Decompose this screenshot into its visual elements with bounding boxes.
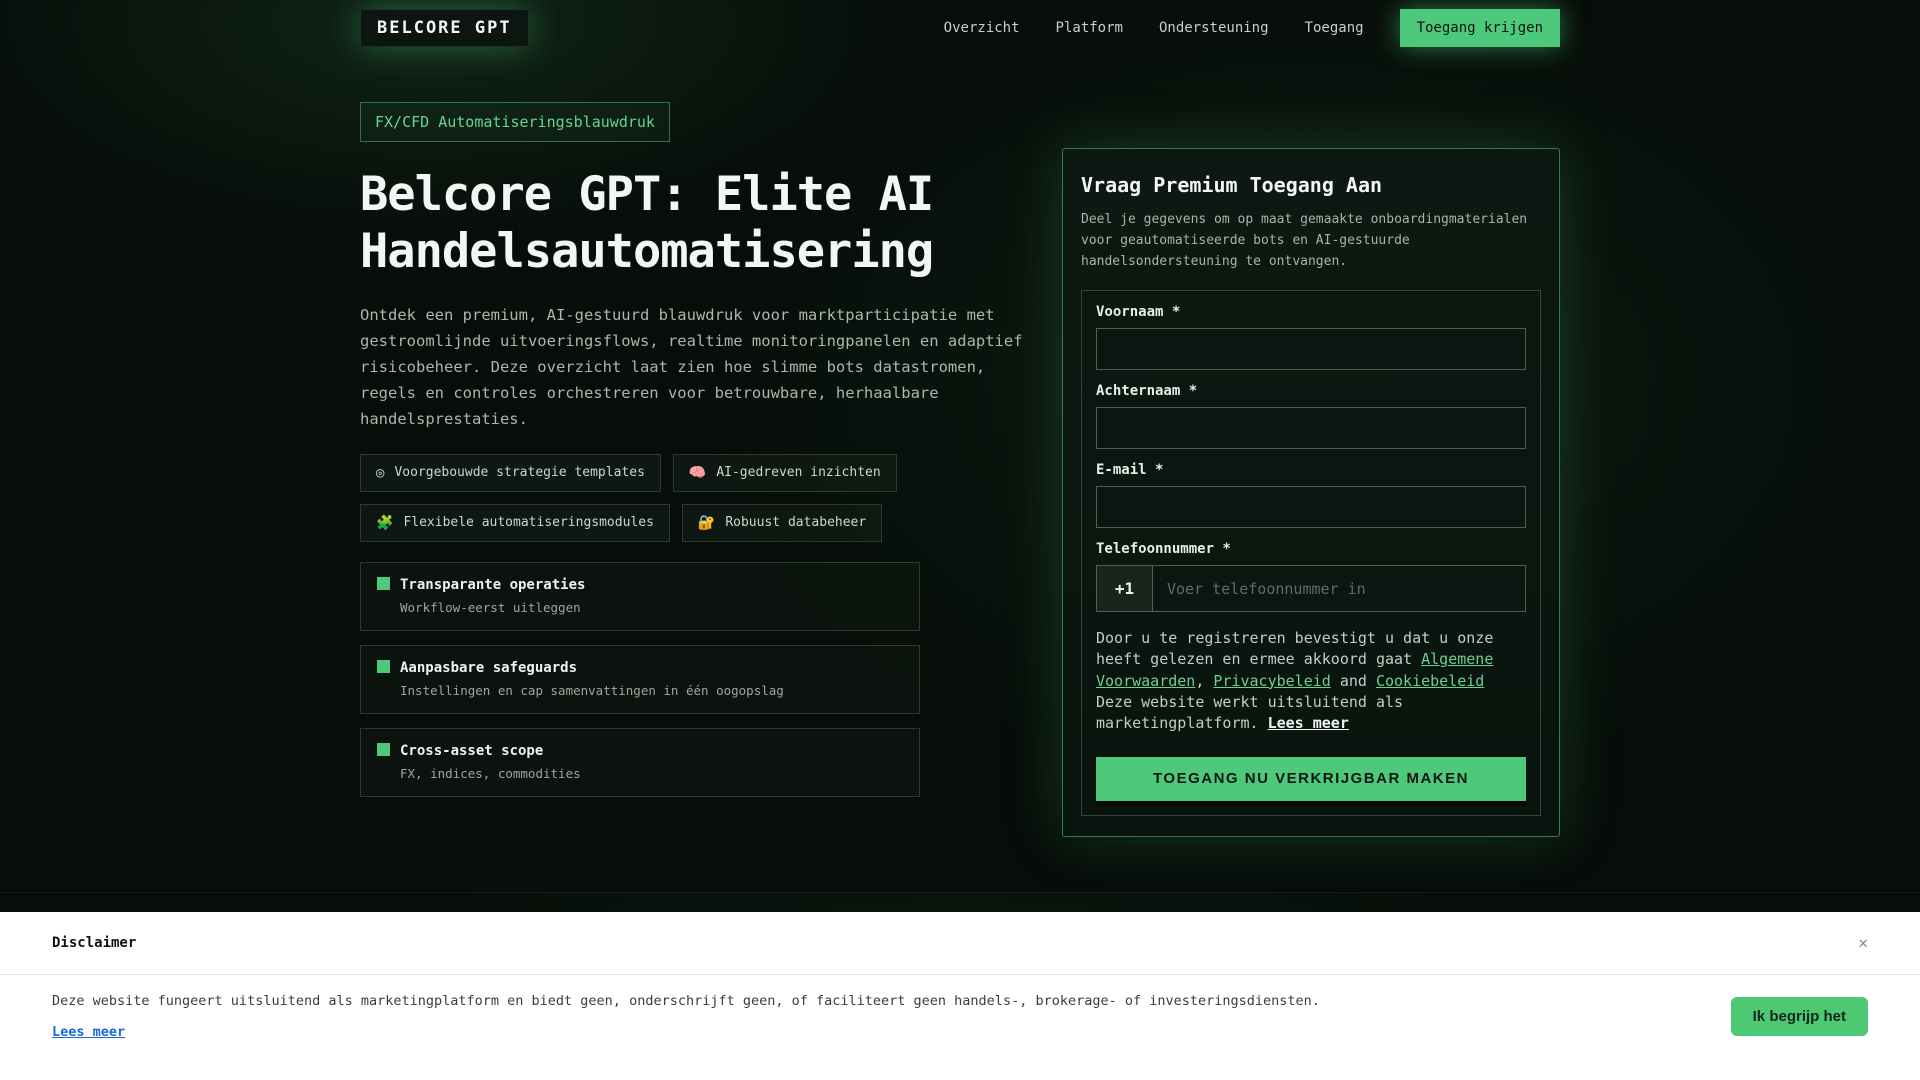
green-square-icon	[377, 660, 390, 674]
submit-access-button[interactable]: TOEGANG NU VERKRIJGBAR MAKEN	[1096, 756, 1526, 801]
form-fieldset: Voornaam * Achternaam * E-mail * Telefoo…	[1081, 290, 1541, 816]
main-nav: Overzicht Platform Ondersteuning Toegang…	[944, 9, 1560, 47]
hero-section: FX/CFD Automatiseringsblauwdruk Belcore …	[360, 56, 1560, 837]
feature-title: Cross-asset scope	[400, 742, 544, 759]
brain-icon: 🧠	[688, 464, 707, 481]
hero-badge: FX/CFD Automatiseringsblauwdruk	[360, 102, 670, 142]
nav-link-overzicht[interactable]: Overzicht	[944, 20, 1020, 36]
get-access-button[interactable]: Toegang krijgen	[1399, 9, 1560, 47]
feature-title: Transparante operaties	[400, 576, 586, 593]
target-icon: ◎	[376, 464, 385, 481]
chip-ai-insights: 🧠 AI-gedreven inzichten	[672, 453, 897, 492]
chip-data-management: 🔐 Robuust databeheer	[681, 503, 883, 542]
form-title: Vraag Premium Toegang Aan	[1081, 173, 1383, 197]
form-subtitle: Deel je gegevens om op maat gemaakte onb…	[1081, 212, 1528, 270]
disclaimer-panel: Disclaimer ✕ Deze website fungeert uitsl…	[0, 912, 1920, 1080]
nav-link-ondersteuning[interactable]: Ondersteuning	[1159, 20, 1269, 36]
page-title: Belcore GPT: Elite AI Handelsautomatiser…	[360, 167, 934, 280]
chip-label: Flexibele automatiseringsmodules	[403, 515, 654, 531]
legal-read-more-link[interactable]: Lees meer	[1268, 714, 1349, 732]
green-square-icon	[377, 743, 390, 757]
disclaimer-body: Deze website fungeert uitsluitend als ma…	[52, 993, 1320, 1009]
lock-icon: 🔐	[697, 514, 716, 531]
brand-logo: BELCORE GPT	[360, 9, 529, 47]
hero-description: Ontdek een premium, AI-gestuurd blauwdru…	[360, 305, 1023, 428]
phone-input-group: +1	[1096, 565, 1526, 613]
top-nav-bar: BELCORE GPT Overzicht Platform Ondersteu…	[0, 0, 1920, 56]
legal-text: Door u te registreren bevestigt u dat u …	[1096, 628, 1526, 734]
feature-title: Aanpasbare safeguards	[400, 659, 578, 676]
feature-card-cross-asset: Cross-asset scope FX, indices, commoditi…	[360, 727, 920, 797]
legal-sep: ,	[1195, 671, 1214, 690]
accept-disclaimer-button[interactable]: Ik begrijp het	[1730, 997, 1868, 1036]
feature-subtitle: Instellingen en cap samenvattingen in éé…	[400, 682, 784, 698]
first-name-input[interactable]	[1096, 328, 1526, 371]
chip-strategy-templates: ◎ Voorgebouwde strategie templates	[360, 453, 661, 492]
privacy-link[interactable]: Privacybeleid	[1213, 672, 1330, 690]
legal-sep: and	[1330, 671, 1376, 690]
green-square-icon	[377, 577, 390, 591]
cookies-link[interactable]: Cookiebeleid	[1376, 672, 1484, 690]
feature-card-list: Transparante operaties Workflow-eerst ui…	[360, 561, 920, 797]
phone-input[interactable]	[1153, 566, 1525, 612]
disclaimer-title: Disclaimer	[52, 935, 137, 951]
legal-part2: Deze website werkt uitsluitend als marke…	[1096, 693, 1404, 733]
disclaimer-read-more-link[interactable]: Lees meer	[52, 1024, 125, 1040]
feature-chips: ◎ Voorgebouwde strategie templates 🧠 AI-…	[360, 453, 960, 542]
nav-link-platform[interactable]: Platform	[1056, 20, 1123, 36]
nav-link-toegang[interactable]: Toegang	[1305, 20, 1364, 36]
first-name-label: Voornaam *	[1096, 304, 1181, 321]
chip-automation-modules: 🧩 Flexibele automatiseringsmodules	[360, 503, 670, 542]
premium-access-form-card: Vraag Premium Toegang Aan Deel je gegeve…	[1062, 148, 1560, 837]
feature-card-transparent-ops: Transparante operaties Workflow-eerst ui…	[360, 561, 920, 631]
phone-label: Telefoonnummer *	[1096, 541, 1231, 558]
chip-label: Voorgebouwde strategie templates	[394, 465, 645, 481]
last-name-input[interactable]	[1096, 407, 1526, 450]
phone-country-prefix[interactable]: +1	[1097, 566, 1153, 612]
email-label: E-mail *	[1096, 462, 1164, 479]
chip-label: AI-gedreven inzichten	[716, 465, 881, 481]
feature-subtitle: Workflow-eerst uitleggen	[400, 599, 581, 615]
feature-card-safeguards: Aanpasbare safeguards Instellingen en ca…	[360, 644, 920, 714]
close-icon[interactable]: ✕	[1858, 935, 1868, 951]
email-input[interactable]	[1096, 486, 1526, 529]
puzzle-icon: 🧩	[376, 514, 394, 531]
last-name-label: Achternaam *	[1096, 383, 1198, 400]
chip-label: Robuust databeheer	[725, 515, 867, 531]
feature-subtitle: FX, indices, commodities	[400, 765, 581, 781]
